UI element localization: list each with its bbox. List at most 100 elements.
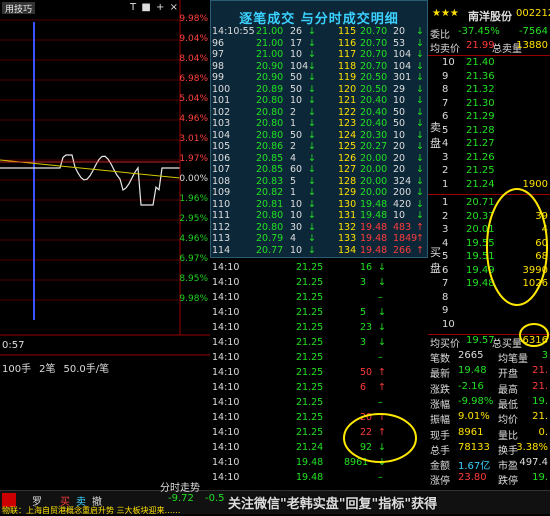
minute-row[interactable]: 14:10 21.25 3 ↓ bbox=[210, 337, 428, 350]
tick-cell: 120 bbox=[338, 83, 357, 95]
minute-cell: 14:10 bbox=[212, 277, 240, 288]
tick-row[interactable]: 114 20.77 10 ↓ 134 19.48 266 ↑ bbox=[210, 245, 428, 258]
level-cell: 21.40 bbox=[466, 57, 495, 68]
avg-sell-label: 均卖价 bbox=[430, 44, 460, 55]
tick-cell: 20.30 bbox=[360, 129, 388, 141]
stat-cell: 497.4 bbox=[519, 457, 548, 469]
tick-cell: ↓ bbox=[308, 175, 316, 187]
tick-cell: 117 bbox=[338, 49, 357, 60]
watermark-text: 关注微信"老韩实盘"回复"指标"获得 bbox=[228, 497, 438, 512]
tick-cell: 123 bbox=[338, 118, 357, 129]
minute-cell: 14:10 bbox=[212, 367, 240, 378]
level-cell: 1 bbox=[442, 197, 449, 208]
stat-cell: -9.98% bbox=[458, 395, 494, 407]
stat-cell: 21. bbox=[532, 365, 548, 377]
level-cell: 1 bbox=[442, 178, 449, 190]
tick-cell: 20.80 bbox=[256, 106, 284, 118]
square-icon[interactable]: ■ bbox=[141, 2, 150, 13]
minute-cell: 21.25 bbox=[296, 412, 324, 423]
level-cell: 4 bbox=[442, 237, 449, 249]
tick-cell: 110 bbox=[212, 198, 231, 210]
tick-cell: 20.90 bbox=[256, 60, 284, 72]
tick-cell: 106 bbox=[212, 152, 231, 164]
tick-cell: 50 bbox=[290, 72, 303, 83]
tick-cell: 124 bbox=[338, 129, 357, 141]
minute-cell: 21.25 bbox=[296, 427, 324, 438]
webi-label: 委比 bbox=[430, 30, 450, 41]
stat-cell: 跌停 bbox=[498, 476, 518, 488]
change-value: -9.72 bbox=[168, 493, 194, 504]
minute-row[interactable]: 14:10 21.25 16 ↓ bbox=[210, 262, 428, 275]
minute-cell: 3 bbox=[360, 277, 367, 288]
minute-row[interactable]: 14:10 21.25 23 ↓ bbox=[210, 322, 428, 335]
tick-cell: 109 bbox=[212, 187, 231, 198]
stat-cell: 78133 bbox=[458, 441, 490, 453]
tick-cell: ↓ bbox=[308, 210, 316, 221]
tick-cell: 10 bbox=[393, 95, 406, 106]
avg-sell-row: 均卖价 21.99 总卖量 13880 bbox=[428, 40, 550, 56]
minute-cell: 14:10 bbox=[212, 262, 240, 273]
minute-cell: 50 bbox=[360, 367, 373, 378]
tick-cell: 20.80 bbox=[256, 210, 284, 221]
minute-cell: ↓ bbox=[378, 262, 386, 273]
minute-row[interactable]: 14:10 21.25 5 ↓ bbox=[210, 307, 428, 320]
stat-cell: 最新 bbox=[430, 369, 450, 381]
level-cell: 6 bbox=[442, 264, 449, 276]
minute-row[interactable]: 14:10 21.25 3 ↓ bbox=[210, 277, 428, 290]
tick-cell: 131 bbox=[338, 210, 357, 221]
minute-cell: ↓ bbox=[378, 307, 386, 318]
tick-cell: 20.27 bbox=[360, 141, 388, 152]
volume-per-trade: 50.0手/笔 bbox=[63, 364, 110, 375]
minute-cell: – bbox=[378, 292, 383, 303]
chart-time: 0:57 bbox=[2, 340, 25, 351]
level-cell: 9 bbox=[442, 305, 449, 316]
minute-cell: 14:10 bbox=[212, 337, 240, 348]
tick-cell: 20.40 bbox=[360, 118, 388, 129]
level-cell: 6 bbox=[442, 111, 449, 122]
tick-cell: 10 bbox=[290, 49, 303, 60]
percent-label: 8.04% bbox=[179, 54, 208, 64]
text-mode-icon[interactable]: T bbox=[130, 2, 136, 13]
minute-row[interactable]: 14:10 21.25 50 ↑ bbox=[210, 367, 428, 380]
tab-time-chart[interactable]: 分时走势 bbox=[160, 479, 200, 494]
tick-cell: 20.85 bbox=[256, 152, 284, 164]
tick-cell: 10 bbox=[393, 129, 406, 141]
tick-cell: 20.83 bbox=[256, 175, 284, 187]
tick-cell: 20.70 bbox=[360, 60, 388, 72]
highlight-ellipse bbox=[486, 188, 548, 306]
tick-cell: 21.00 bbox=[256, 49, 284, 60]
stock-code: 002212 bbox=[516, 8, 550, 19]
tick-cell: ↓ bbox=[308, 83, 316, 95]
minute-cell: 14:10 bbox=[212, 397, 240, 408]
tick-cell: 20.80 bbox=[256, 118, 284, 129]
minute-cell: 21.24 bbox=[296, 442, 324, 453]
minute-row[interactable]: 14:10 21.25 – bbox=[210, 352, 428, 365]
level-cell: 21.26 bbox=[466, 151, 495, 163]
tick-cell: 5 bbox=[290, 175, 297, 187]
level-cell: 21.27 bbox=[466, 138, 495, 149]
level-cell: 21.28 bbox=[466, 124, 495, 136]
minute-cell: 14:10 bbox=[212, 412, 240, 423]
change-value-2: -0.5 bbox=[205, 493, 225, 504]
tick-cell: ↓ bbox=[308, 60, 316, 72]
level-cell: 21.25 bbox=[466, 165, 495, 176]
minute-row[interactable]: 14:10 21.25 6 ↑ bbox=[210, 382, 428, 395]
tick-cell: 301 bbox=[393, 72, 412, 83]
tick-cell: 108 bbox=[212, 175, 231, 187]
intraday-chart[interactable]: 用技巧 T ■ + × 9.98% 9.04% 8.04% 6.98% 5.04% 4.9… bbox=[0, 0, 210, 490]
plus-icon[interactable]: + bbox=[156, 2, 164, 13]
minute-cell: ↓ bbox=[378, 322, 386, 333]
minute-row[interactable]: 14:10 19.48 – bbox=[210, 472, 428, 485]
stat-cell: 涨跌 bbox=[430, 384, 450, 396]
stat-cell: 1.67亿 bbox=[458, 461, 491, 473]
stat-cell: 3 bbox=[541, 350, 548, 361]
tick-cell: 118 bbox=[338, 60, 357, 72]
level-cell: 21.29 bbox=[466, 111, 495, 122]
minute-row[interactable]: 14:10 21.25 – bbox=[210, 397, 428, 410]
tick-cell: 10 bbox=[290, 210, 303, 221]
tick-cell: 4 bbox=[290, 233, 297, 244]
minute-row[interactable]: 14:10 21.25 – bbox=[210, 292, 428, 305]
tick-cell: 20.70 bbox=[360, 49, 388, 60]
news-ticker[interactable]: 物联：上海自贸港概念重启升势 三大板块迎来…… bbox=[2, 505, 181, 516]
close-icon[interactable]: × bbox=[170, 2, 178, 13]
